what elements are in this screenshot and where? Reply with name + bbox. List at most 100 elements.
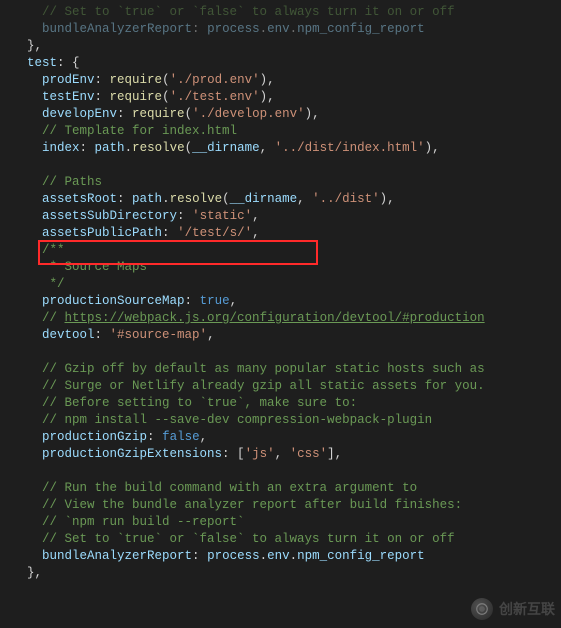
code-line: // `npm run build --report` [12, 515, 245, 529]
code-token: // Set to `true` or `false` to always tu… [42, 5, 455, 19]
code-token: bundleAnalyzerReport [42, 549, 192, 563]
code-token: '../dist/index.html' [275, 141, 425, 155]
code-token: , [260, 141, 275, 155]
code-line: // Before setting to `true`, make sure t… [12, 396, 357, 410]
code-token: '#source-map' [110, 328, 208, 342]
code-token: // [42, 311, 65, 325]
code-token: prodEnv [42, 73, 95, 87]
code-line: testEnv: require('./test.env'), [12, 90, 275, 104]
code-token: : [185, 294, 200, 308]
code-line: // Set to `true` or `false` to always tu… [12, 5, 455, 19]
code-token: ), [380, 192, 395, 206]
code-token: assetsSubDirectory [42, 209, 177, 223]
code-line: // View the bundle analyzer report after… [12, 498, 462, 512]
code-token: : [117, 107, 132, 121]
code-token: './test.env' [170, 90, 260, 104]
code-token: bundleAnalyzerReport [42, 22, 192, 36]
code-line: test: { [12, 56, 80, 70]
code-line: productionGzip: false, [12, 430, 207, 444]
code-token: test [27, 56, 57, 70]
code-token: productionGzip [42, 430, 147, 444]
code-line: bundleAnalyzerReport: process.env.npm_co… [12, 22, 425, 36]
code-token: ], [327, 447, 342, 461]
code-token: productionGzipExtensions [42, 447, 222, 461]
code-token: . [125, 141, 133, 155]
code-token: , [252, 209, 260, 223]
code-token: // Template for index.html [42, 124, 237, 138]
code-token: resolve [132, 141, 185, 155]
watermark: 创新互联 [471, 598, 555, 620]
code-token: , [252, 226, 260, 240]
code-token: require [110, 73, 163, 87]
code-line: productionGzipExtensions: ['js', 'css'], [12, 447, 342, 461]
code-token: 'js' [245, 447, 275, 461]
code-token: // Gzip off by default as many popular s… [42, 362, 485, 376]
code-token: env [267, 22, 290, 36]
code-token: // Surge or Netlify already gzip all sta… [42, 379, 485, 393]
code-token: resolve [170, 192, 223, 206]
code-token: path [132, 192, 162, 206]
code-token: : [95, 73, 110, 87]
code-line: prodEnv: require('./prod.env'), [12, 73, 275, 87]
code-token: * Source Maps [42, 260, 147, 274]
code-line: */ [12, 277, 65, 291]
code-token: process [207, 549, 260, 563]
code-token: npm_config_report [297, 549, 425, 563]
code-line: assetsSubDirectory: 'static', [12, 209, 260, 223]
code-token: // Run the build command with an extra a… [42, 481, 417, 495]
code-editor[interactable]: // Set to `true` or `false` to always tu… [0, 0, 561, 582]
code-token: , [207, 328, 215, 342]
code-line: // https://webpack.js.org/configuration/… [12, 311, 485, 325]
code-line: // Paths [12, 175, 102, 189]
code-token: assetsRoot [42, 192, 117, 206]
code-token: assetsPublicPath [42, 226, 162, 240]
code-token: ), [305, 107, 320, 121]
code-token: // npm install --save-dev compression-we… [42, 413, 432, 427]
code-token: : { [57, 56, 80, 70]
code-token: true [200, 294, 230, 308]
code-line: index: path.resolve(__dirname, '../dist/… [12, 141, 440, 155]
code-token: // Before setting to `true`, make sure t… [42, 396, 357, 410]
code-line: }, [12, 566, 42, 580]
code-token: '../dist' [312, 192, 380, 206]
watermark-text: 创新互联 [499, 599, 555, 619]
code-line: // Run the build command with an extra a… [12, 481, 417, 495]
code-token: . [290, 22, 298, 36]
code-token: // Paths [42, 175, 102, 189]
code-token: 'css' [290, 447, 328, 461]
code-token: ( [162, 73, 170, 87]
code-token: : [95, 328, 110, 342]
code-line: /** [12, 243, 65, 257]
code-line: // Surge or Netlify already gzip all sta… [12, 379, 485, 393]
code-token: , [275, 447, 290, 461]
code-line: // Set to `true` or `false` to always tu… [12, 532, 455, 546]
code-token: . [260, 549, 268, 563]
code-token: devtool [42, 328, 95, 342]
watermark-logo-icon [471, 598, 493, 620]
code-token: ( [185, 141, 193, 155]
code-line: assetsPublicPath: '/test/s/', [12, 226, 260, 240]
code-token: , [230, 294, 238, 308]
code-token: '/test/s/' [177, 226, 252, 240]
code-token: : [ [222, 447, 245, 461]
code-token: false [162, 430, 200, 444]
code-line: bundleAnalyzerReport: process.env.npm_co… [12, 549, 425, 563]
code-token: . [290, 549, 298, 563]
code-line: assetsRoot: path.resolve(__dirname, '../… [12, 192, 395, 206]
code-token: . [260, 22, 268, 36]
code-token: require [132, 107, 185, 121]
code-token: './develop.env' [192, 107, 305, 121]
code-token: __dirname [192, 141, 260, 155]
code-token: */ [42, 277, 65, 291]
code-token: path [95, 141, 125, 155]
code-line: // npm install --save-dev compression-we… [12, 413, 432, 427]
code-token: // Set to `true` or `false` to always tu… [42, 532, 455, 546]
code-token: : [192, 549, 207, 563]
code-token: . [162, 192, 170, 206]
code-token: /** [42, 243, 65, 257]
code-line: // Template for index.html [12, 124, 237, 138]
code-token: : [147, 430, 162, 444]
code-line: productionSourceMap: true, [12, 294, 237, 308]
code-token: , [297, 192, 312, 206]
code-token: : [95, 90, 110, 104]
